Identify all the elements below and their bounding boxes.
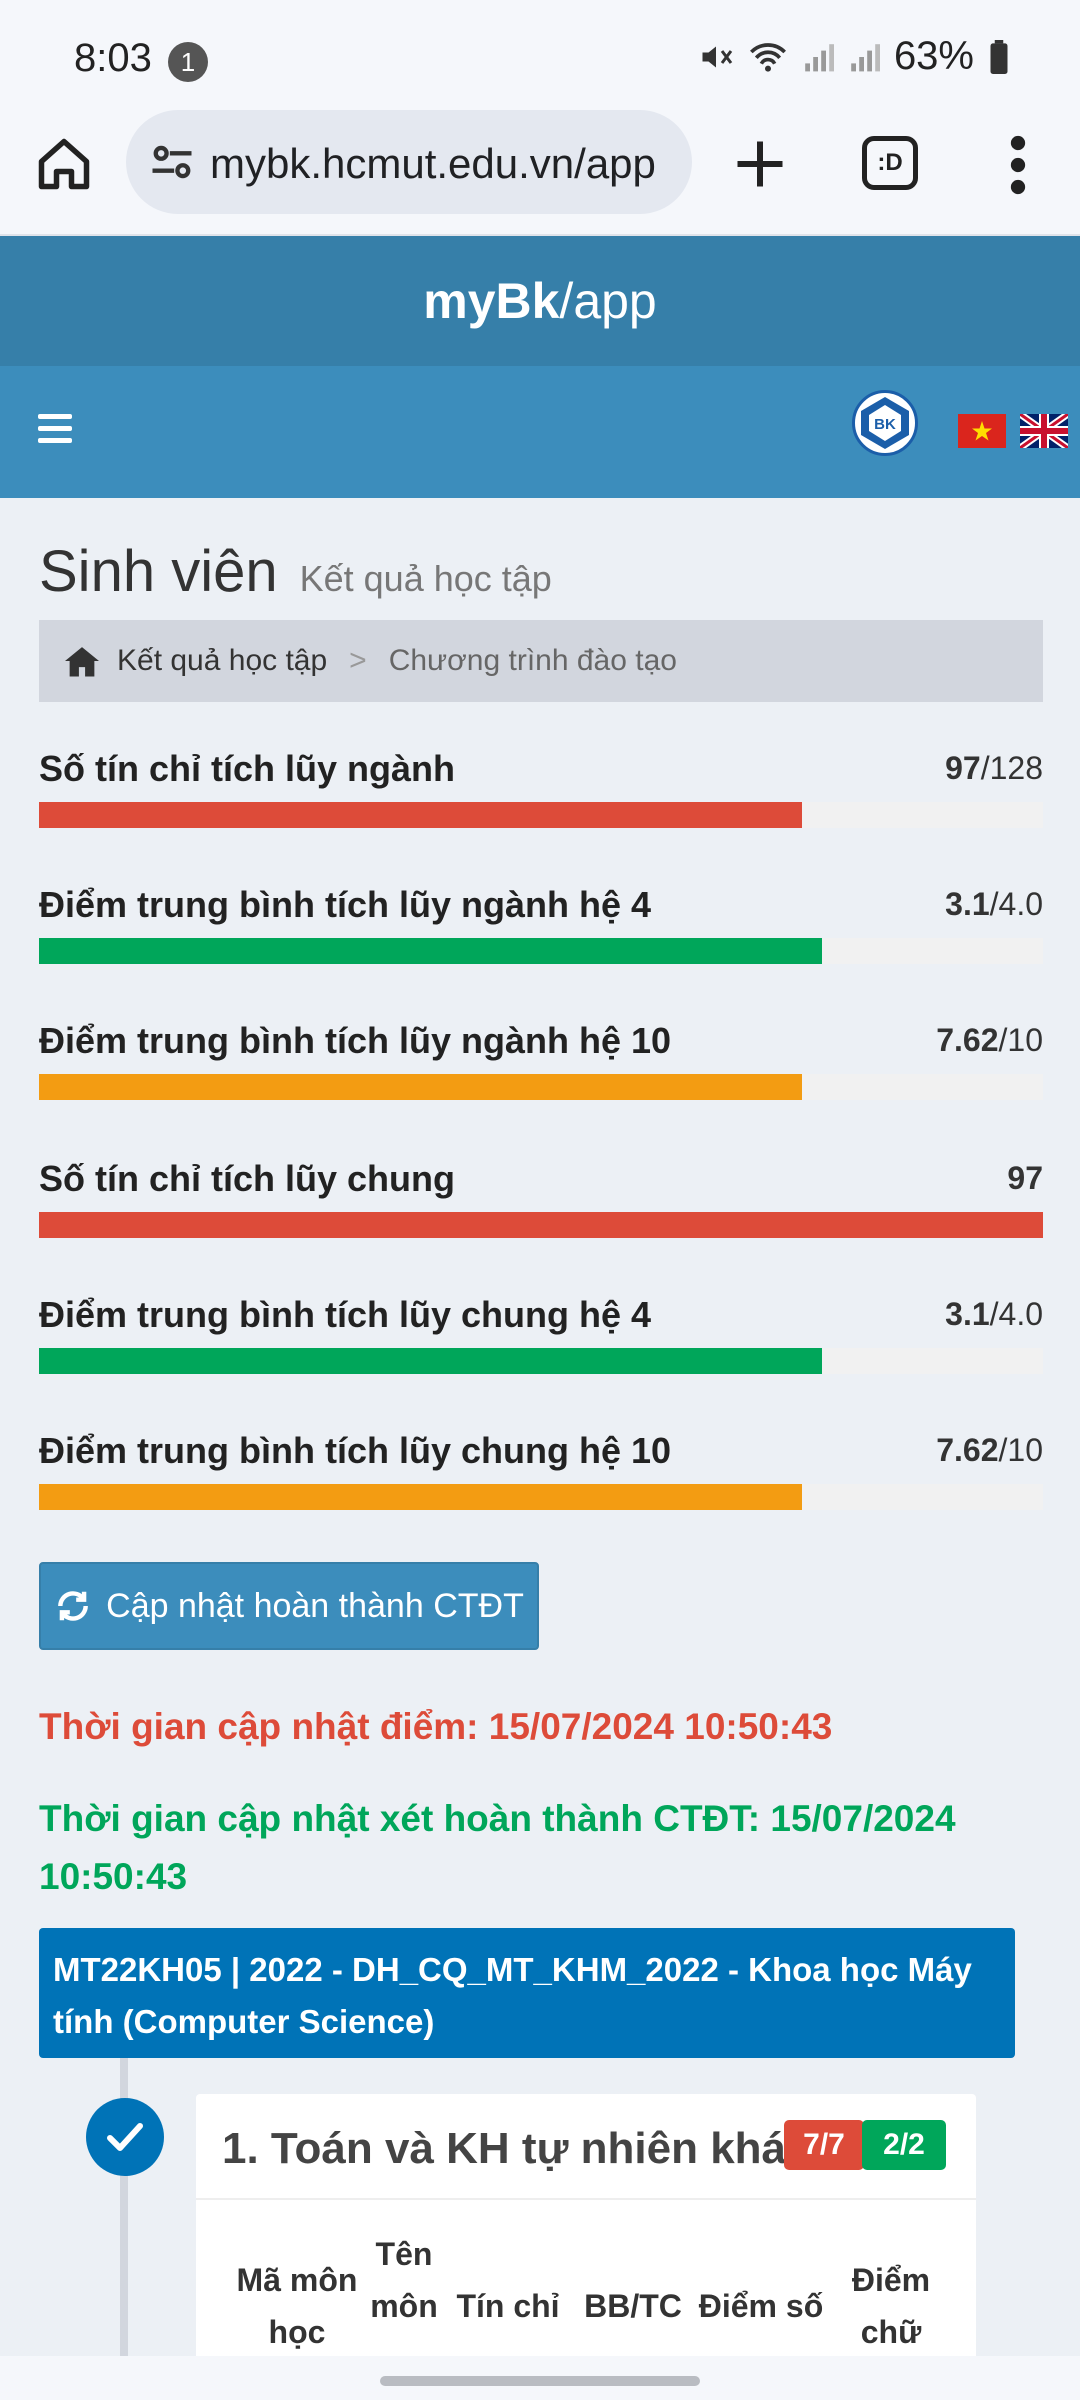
stat-label: Điểm trung bình tích lũy ngành hệ 4	[39, 884, 652, 925]
stat-label: Điểm trung bình tích lũy ngành hệ 10	[39, 1020, 672, 1061]
svg-text:BK: BK	[874, 416, 896, 433]
page-title: Sinh viên	[39, 539, 278, 604]
progress-bar	[39, 1212, 1043, 1238]
menu-toggle-icon[interactable]	[38, 414, 72, 444]
page-header: Sinh viên Kết quả học tập	[39, 538, 552, 605]
completion-update-time: Thời gian cập nhật xét hoàn thành CTĐT: …	[39, 1798, 956, 1897]
check-icon	[86, 2098, 164, 2176]
app-title-bold: myBk	[423, 273, 560, 329]
progress-track	[39, 1212, 1043, 1238]
grade-update-time: Thời gian cập nhật điểm: 15/07/2024 10:5…	[39, 1706, 833, 1747]
column-header-letter-grade: Điểm chữ	[851, 2262, 931, 2350]
update-button-label: Cập nhật hoàn thành CTĐT	[106, 1586, 524, 1625]
progress-bar	[39, 1074, 803, 1100]
progress-bar	[39, 802, 803, 828]
program-header: MT22KH05 | 2022 - DH_CQ_MT_KHM_2022 - Kh…	[39, 1928, 1015, 2058]
progress-track	[39, 802, 1043, 828]
stat-label: Điểm trung bình tích lũy chung hệ 10	[39, 1430, 672, 1471]
mute-icon	[702, 46, 733, 67]
breadcrumb-home-label: Kết quả học tập	[117, 644, 328, 677]
progress-track	[39, 1348, 1043, 1374]
notification-badge: 1	[168, 42, 208, 82]
home-icon[interactable]	[34, 134, 94, 194]
new-tab-icon[interactable]	[730, 134, 790, 194]
app-title[interactable]: myBk/app	[0, 236, 1080, 366]
url-text: mybk.hcmut.edu.vn/app	[210, 140, 656, 187]
signal-icon	[805, 43, 834, 71]
gesture-handle[interactable]	[380, 2376, 700, 2386]
university-logo[interactable]: BK	[852, 390, 918, 456]
breadcrumb-separator: >	[349, 644, 367, 677]
english-flag-icon[interactable]	[1020, 414, 1068, 448]
progress-bar	[39, 1348, 823, 1374]
breadcrumb-home[interactable]: Kết quả học tập	[63, 644, 327, 678]
column-header-required-elective: BB/TC	[584, 2288, 682, 2324]
stat-value: 7.62/10	[936, 1022, 1043, 1058]
stat-value: 3.1/4.0	[945, 1296, 1043, 1332]
more-menu-icon[interactable]	[1000, 132, 1036, 198]
signal-2-icon	[851, 43, 880, 71]
stat-value: 97/128	[945, 750, 1043, 786]
section-card: 1. Toán và KH tự nhiên khác 7/7 2/2 Mã m…	[196, 2094, 976, 2400]
stat-label: Số tín chỉ tích lũy chung	[39, 1158, 456, 1199]
page-subtitle: Kết quả học tập	[299, 558, 552, 599]
breadcrumb-current: Chương trình đào tạo	[388, 644, 677, 677]
address-bar[interactable]: mybk.hcmut.edu.vn/app	[126, 110, 692, 214]
stat-total-credits: Số tín chỉ tích lũy chung 97	[39, 1158, 1043, 1238]
column-header-credits: Tín chỉ	[456, 2288, 560, 2324]
refresh-icon	[58, 1591, 89, 1621]
breadcrumb: Kết quả học tập > Chương trình đào tạo	[39, 620, 1043, 702]
update-completion-button[interactable]: Cập nhật hoàn thành CTĐT	[39, 1562, 539, 1650]
stat-total-gpa10: Điểm trung bình tích lũy chung hệ 10 7.6…	[39, 1430, 1043, 1510]
stat-value: 7.62/10	[936, 1432, 1043, 1468]
progress-track	[39, 1484, 1043, 1510]
battery-icon	[990, 39, 1008, 74]
vietnamese-flag-icon[interactable]	[958, 414, 1006, 448]
status-bar: 8:03 1 63%	[0, 0, 1080, 110]
wifi-icon	[749, 42, 786, 72]
stat-label: Điểm trung bình tích lũy chung hệ 4	[39, 1294, 652, 1335]
tab-switcher-button[interactable]: :D	[862, 136, 918, 190]
progress-track	[39, 938, 1043, 964]
elective-credits-badge: 2/2	[862, 2120, 946, 2170]
browser-toolbar: mybk.hcmut.edu.vn/app :D	[0, 110, 1080, 236]
progress-bar	[39, 1484, 803, 1510]
progress-bar	[39, 938, 823, 964]
battery-percent: 63%	[893, 34, 974, 78]
app-title-rest: /app	[559, 273, 657, 329]
card-divider	[196, 2198, 976, 2200]
navbar: BK	[0, 366, 1080, 498]
site-settings-icon[interactable]	[146, 136, 198, 188]
stat-label: Số tín chỉ tích lũy ngành	[39, 748, 456, 789]
stat-major-gpa10: Điểm trung bình tích lũy ngành hệ 10 7.6…	[39, 1020, 1043, 1100]
column-header-score: Điểm số	[698, 2288, 824, 2324]
column-header-course-code: Mã môn học	[236, 2262, 358, 2350]
stat-value: 97	[1007, 1160, 1043, 1196]
status-time: 8:03	[74, 36, 152, 80]
status-icons: 63%	[698, 34, 1010, 79]
column-header-course-name: Tên môn học	[370, 2236, 438, 2324]
stat-total-gpa4: Điểm trung bình tích lũy chung hệ 4 3.1/…	[39, 1294, 1043, 1374]
stat-value: 3.1/4.0	[945, 886, 1043, 922]
stat-major-gpa4: Điểm trung bình tích lũy ngành hệ 4 3.1/…	[39, 884, 1043, 964]
stat-major-credits: Số tín chỉ tích lũy ngành 97/128	[39, 748, 1043, 828]
section-title: 1. Toán và KH tự nhiên khác	[222, 2124, 811, 2173]
required-credits-badge: 7/7	[784, 2120, 864, 2170]
home-icon	[65, 647, 99, 677]
progress-track	[39, 1074, 1043, 1100]
